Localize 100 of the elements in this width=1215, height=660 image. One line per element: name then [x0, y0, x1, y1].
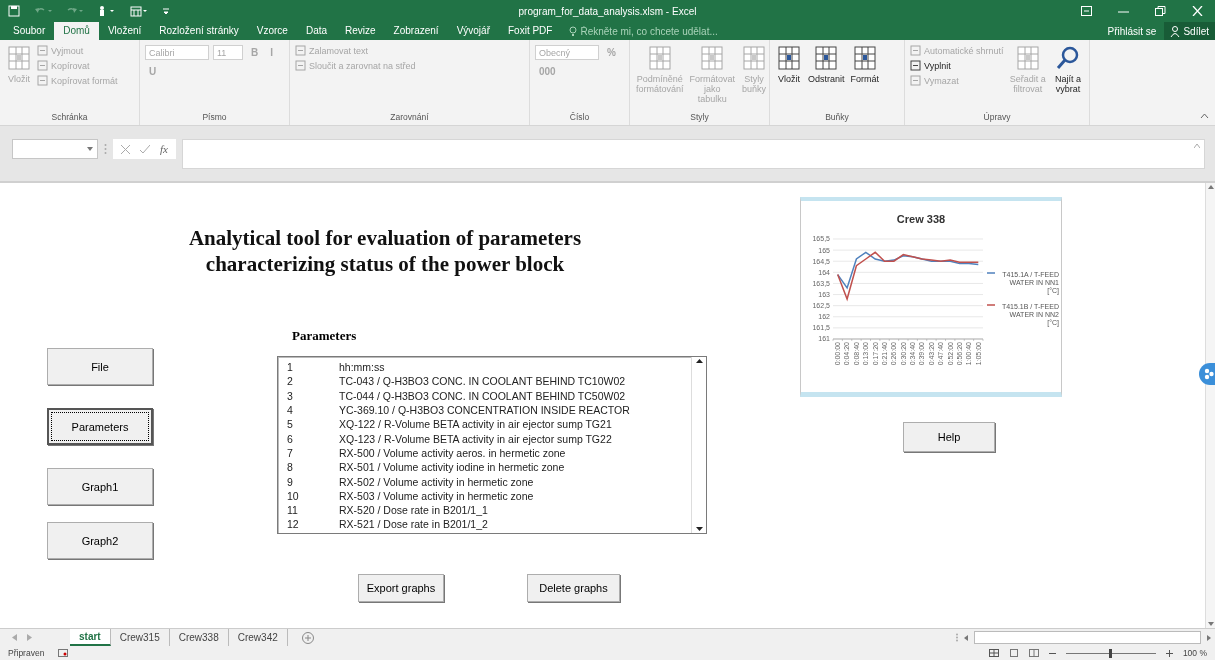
- row-number: 10: [287, 489, 300, 502]
- scroll-left-icon[interactable]: [964, 634, 968, 641]
- square-icon: [37, 75, 48, 86]
- ribbon-tab[interactable]: Soubor: [4, 22, 55, 40]
- lightbulb-icon: [569, 25, 578, 37]
- insert-function-button[interactable]: fx: [160, 143, 168, 155]
- ribbon-tab[interactable]: Data: [296, 22, 337, 40]
- nav-button[interactable]: Parameters: [47, 408, 153, 445]
- sign-in-link[interactable]: Přihlásit se: [1099, 25, 1165, 37]
- ribbon-button[interactable]: Odstranit: [807, 43, 846, 86]
- ribbon-tab[interactable]: Foxit PDF: [499, 22, 562, 40]
- grid-icon: [813, 45, 840, 71]
- collapse-icon[interactable]: [1200, 113, 1209, 119]
- parameter-item[interactable]: RX-502 / Volume activity in hermetic zone: [339, 475, 534, 488]
- touch-icon: [98, 5, 116, 17]
- page-break-icon[interactable]: [1028, 649, 1039, 657]
- row-number: 3: [287, 389, 294, 402]
- normal-view-icon[interactable]: [988, 649, 999, 657]
- zoom-in-icon[interactable]: [1165, 649, 1173, 657]
- zoom-slider[interactable]: [1065, 648, 1156, 658]
- help-button[interactable]: Help: [903, 422, 995, 452]
- group-label: Buňky: [824, 112, 850, 124]
- enter-icon[interactable]: [140, 144, 150, 154]
- scroll-down-icon[interactable]: [695, 527, 703, 531]
- expand-icon: [1194, 144, 1200, 148]
- square-icon: [910, 60, 921, 71]
- parameter-item[interactable]: TC-044 / Q-H3BO3 CONC. IN COOLANT BEHIND TC50W02: [339, 389, 626, 402]
- ribbon-tab[interactable]: Vložení: [98, 22, 151, 40]
- ribbon-button[interactable]: Najít a vybrat: [1051, 43, 1084, 96]
- grid-icon: [646, 45, 673, 71]
- parameter-item[interactable]: RX-520 / Dose rate in B201/1_1: [339, 504, 488, 517]
- action-button[interactable]: Delete graphs: [527, 574, 620, 602]
- share-button[interactable]: Sdílet: [1164, 22, 1215, 40]
- group-label: Zarovnání: [389, 112, 430, 124]
- row-number: 1: [287, 361, 294, 374]
- ribbon-display-icon[interactable]: [1081, 6, 1092, 16]
- nav-button[interactable]: Graph2: [47, 522, 153, 559]
- page-layout-icon[interactable]: [1008, 649, 1019, 657]
- ribbon-tab[interactable]: Rozložení stránky: [150, 22, 248, 40]
- square-icon: [295, 45, 306, 56]
- parameter-item[interactable]: RX-503 / Volume activity in hermetic zone: [339, 489, 534, 502]
- person-icon: [1170, 25, 1181, 37]
- add-sheet-icon[interactable]: [301, 631, 314, 644]
- ribbon-button[interactable]: Vložit: [775, 43, 803, 86]
- group-label: Schránka: [50, 112, 89, 124]
- ribbon-button[interactable]: Formát: [849, 43, 881, 86]
- macro-icon[interactable]: [58, 649, 69, 657]
- tell-me-field[interactable]: Řekněte mi, co chcete udělat...: [580, 25, 781, 37]
- square-icon: [295, 60, 306, 71]
- group-label: Úpravy: [982, 112, 1012, 124]
- parameter-item[interactable]: RX-500 / Volume activity aeros. in hermetic zone: [339, 446, 566, 459]
- save-icon: [8, 5, 20, 17]
- square-icon: [37, 45, 48, 56]
- horizontal-scrollbar[interactable]: [974, 631, 1201, 644]
- sheet-tab[interactable]: start: [70, 629, 111, 646]
- parameter-item[interactable]: RX-521 / Dose rate in B201/1_2: [339, 518, 488, 531]
- close-icon[interactable]: [1192, 6, 1203, 16]
- row-number: 9: [287, 475, 294, 488]
- cancel-icon[interactable]: [121, 144, 130, 154]
- search-icon: [1054, 45, 1081, 71]
- grid-icon: [1014, 45, 1041, 71]
- zoom-level[interactable]: 100 %: [1182, 648, 1207, 658]
- ribbon-tab[interactable]: Domů: [54, 22, 99, 40]
- floating-widget-icon[interactable]: [1199, 363, 1215, 385]
- grid-icon: [851, 45, 878, 71]
- ribbon-tab[interactable]: Zobrazení: [384, 22, 448, 40]
- formula-field[interactable]: [181, 139, 1205, 169]
- nav-button[interactable]: Graph1: [47, 468, 153, 505]
- parameter-item[interactable]: RX-501 / Volume activity iodine in hermetic zone: [339, 461, 565, 474]
- window-title: program_for_data_analysis.xlsm - Excel: [518, 5, 697, 17]
- grid-icon: [741, 45, 768, 71]
- parameters-list[interactable]: [277, 356, 707, 534]
- grip-icon: [104, 143, 107, 155]
- nav-button[interactable]: File: [47, 348, 153, 385]
- parameter-item[interactable]: XQ-122 / R-Volume BETA activity in air ejector sump TG21: [339, 418, 612, 431]
- parameter-item[interactable]: TC-043 / Q-H3BO3 CONC. IN COOLANT BEHIND TC10W02: [339, 375, 626, 388]
- ribbon-button[interactable]: Vyplnit: [910, 60, 1004, 71]
- square-icon: [910, 75, 921, 86]
- parameter-item[interactable]: hh:mm:ss: [339, 361, 385, 374]
- row-number: 8: [287, 461, 294, 474]
- grid-icon: [776, 45, 802, 71]
- restore-icon[interactable]: [1155, 6, 1166, 16]
- scroll-up-icon[interactable]: [695, 359, 703, 363]
- scroll-right-icon[interactable]: [1207, 634, 1211, 641]
- grid-icon: [6, 45, 32, 71]
- dropdown-icon: [87, 147, 93, 151]
- action-button[interactable]: Export graphs: [358, 574, 444, 602]
- ribbon-tab[interactable]: Vývojář: [447, 22, 499, 40]
- parameter-item[interactable]: YC-369.10 / Q-H3BO3 CONCENTRATION INSIDE REACTOR: [339, 404, 630, 417]
- ribbon-tab[interactable]: Vzorce: [247, 22, 297, 40]
- customize-icon: [162, 5, 170, 17]
- group-label: Číslo: [568, 112, 591, 124]
- row-number: 6: [287, 432, 294, 445]
- sheet-title: Analytical tool for evaluation of parameters characterizing status of the power block: [187, 225, 583, 277]
- row-number: 11: [287, 504, 299, 517]
- row-number: 7: [287, 446, 294, 459]
- status-text: Připraven: [8, 648, 45, 658]
- row-number: 2: [287, 375, 294, 388]
- ribbon-tab[interactable]: Revize: [336, 22, 385, 40]
- parameter-item[interactable]: XQ-123 / R-Volume BETA activity in air ejector sump TG22: [339, 432, 612, 445]
